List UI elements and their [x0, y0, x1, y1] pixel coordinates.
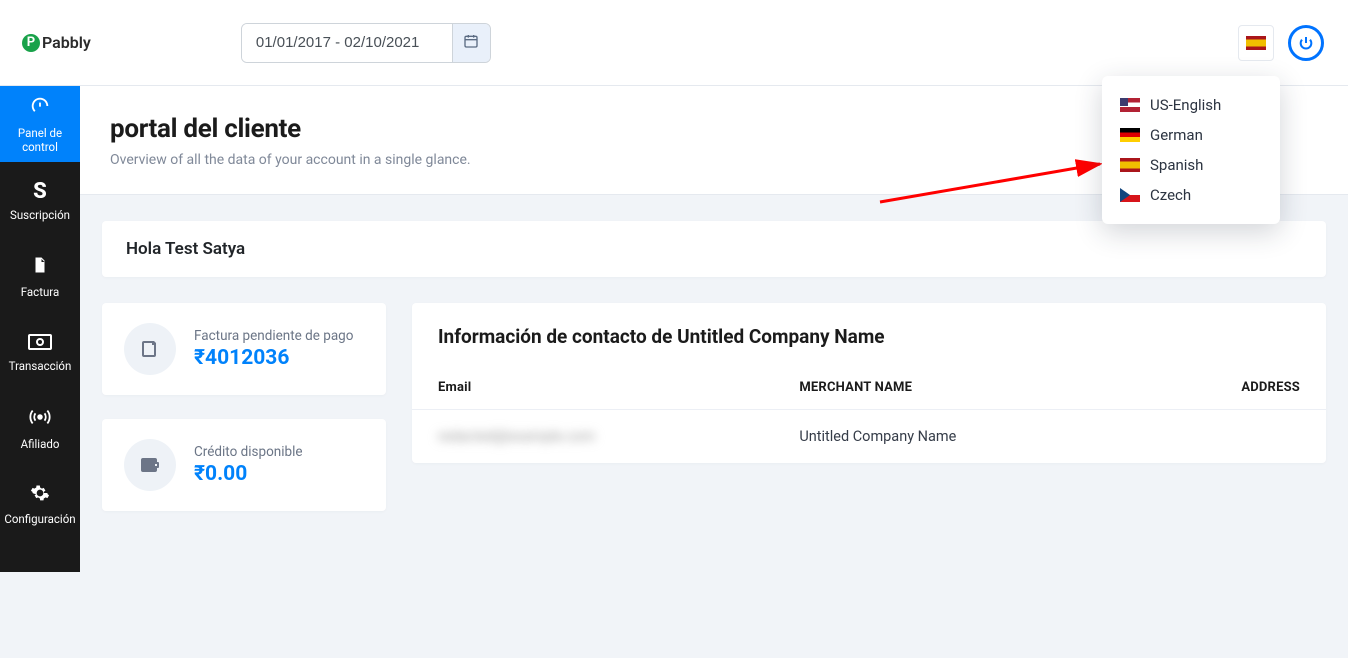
- sidebar: Panel de control S Suscripción Factura Trans…: [0, 86, 80, 572]
- sidebar-item-suscripción[interactable]: S Suscripción: [0, 162, 80, 238]
- lang-option-label: US-English: [1150, 96, 1221, 114]
- brand-logo: P Pabbly: [22, 33, 91, 52]
- sidebar-item-panel-de-control[interactable]: Panel de control: [0, 86, 80, 162]
- sidebar-item-afiliado[interactable]: Afiliado: [0, 390, 80, 466]
- stat-value: ₹0.00: [194, 462, 303, 486]
- flag-cz-icon: [1120, 188, 1140, 202]
- power-button[interactable]: [1288, 25, 1324, 61]
- sidebar-item-label: Configuración: [4, 512, 75, 526]
- flag-es-icon: [1120, 158, 1140, 172]
- lang-option-label: Spanish: [1150, 156, 1203, 174]
- sidebar-item-label: Factura: [21, 285, 59, 299]
- sidebar-item-label: Transacción: [9, 359, 72, 373]
- sidebar-item-transacción[interactable]: Transacción: [0, 314, 80, 390]
- broadcast-icon: [29, 406, 51, 433]
- content-grid: Hola Test Satya Factura pendiente de pag…: [80, 195, 1348, 537]
- col-merchant: MERCHANT NAME: [773, 366, 1134, 410]
- greeting-card: Hola Test Satya: [102, 221, 1326, 277]
- power-icon: [1298, 35, 1314, 51]
- money-icon: [28, 331, 52, 355]
- lang-option-cz[interactable]: Czech: [1102, 180, 1280, 210]
- lang-option-de[interactable]: German: [1102, 120, 1280, 150]
- address-value: [1135, 410, 1326, 464]
- date-range-group: [241, 23, 491, 63]
- invoice-icon: [124, 323, 176, 375]
- language-dropdown: US-English German Spanish Czech: [1102, 76, 1280, 224]
- stat-label: Crédito disponible: [194, 444, 303, 460]
- lang-option-label: German: [1150, 126, 1203, 144]
- stat-available-credit: Crédito disponible ₹0.00: [102, 419, 386, 511]
- file-icon: [31, 254, 49, 281]
- brand-name: Pabbly: [42, 33, 91, 52]
- email-redacted: redacted@example.com: [438, 428, 595, 445]
- stat-unpaid-invoice: Factura pendiente de pago ₹4012036: [102, 303, 386, 395]
- stat-value: ₹4012036: [194, 346, 353, 370]
- flag-de-icon: [1120, 128, 1140, 142]
- date-picker-button[interactable]: [452, 24, 490, 62]
- sidebar-item-label: Panel de control: [3, 126, 77, 154]
- col-address: ADDRESS: [1135, 366, 1326, 410]
- sidebar-item-factura[interactable]: Factura: [0, 238, 80, 314]
- lang-option-es[interactable]: Spanish: [1102, 150, 1280, 180]
- flag-es-icon: [1246, 36, 1266, 50]
- lang-option-label: Czech: [1150, 186, 1191, 204]
- flag-us-icon: [1120, 98, 1140, 112]
- contact-table: Email MERCHANT NAME ADDRESS redacted@exa…: [412, 366, 1326, 463]
- lang-option-us[interactable]: US-English: [1102, 90, 1280, 120]
- sidebar-item-label: Afiliado: [21, 437, 60, 451]
- panel-title: Información de contacto de Untitled Comp…: [412, 303, 1326, 366]
- sidebar-item-configuración[interactable]: Configuración: [0, 466, 80, 542]
- stat-label: Factura pendiente de pago: [194, 328, 353, 344]
- sidebar-item-label: Suscripción: [10, 208, 70, 222]
- wallet-icon: [124, 439, 176, 491]
- date-range-input[interactable]: [242, 24, 452, 62]
- gear-icon: [30, 483, 50, 508]
- contact-info-panel: Información de contacto de Untitled Comp…: [412, 303, 1326, 463]
- calendar-icon: [463, 33, 479, 52]
- brand-mark-icon: P: [22, 34, 40, 52]
- language-flag-button[interactable]: [1238, 25, 1274, 61]
- table-row: redacted@example.com Untitled Company Na…: [412, 410, 1326, 464]
- col-email: Email: [412, 366, 773, 410]
- topbar: P Pabbly: [0, 0, 1348, 86]
- topbar-right: [1238, 25, 1324, 61]
- s-letter-icon: S: [33, 179, 47, 204]
- merchant-name-value: Untitled Company Name: [773, 410, 1134, 464]
- stats-column: Factura pendiente de pago ₹4012036 Crédi…: [102, 303, 386, 511]
- gauge-icon: [29, 95, 51, 122]
